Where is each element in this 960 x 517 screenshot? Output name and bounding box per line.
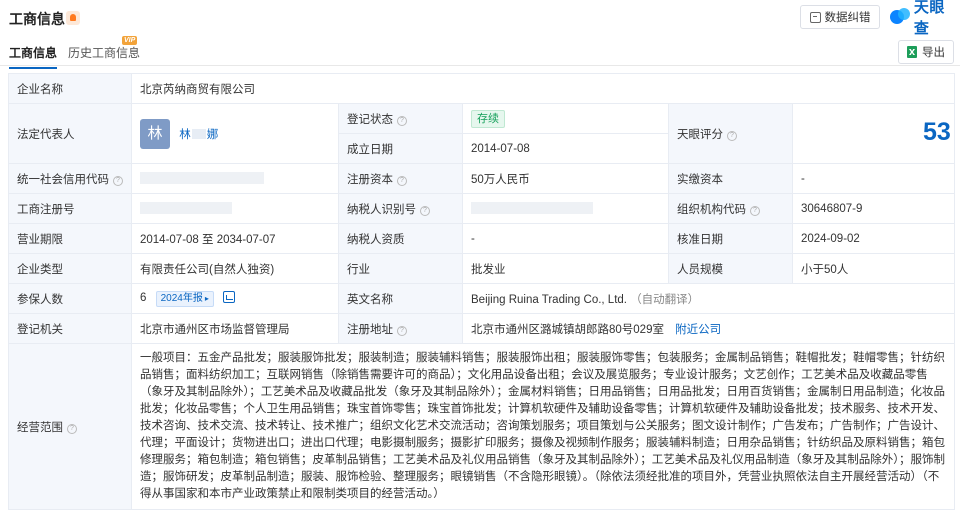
reg-capital: 50万人民币 — [462, 163, 669, 194]
score-cell[interactable]: 53 分 012345678910 — [791, 103, 956, 164]
logo-mark-icon — [890, 7, 912, 27]
term-label: 营业期限 — [8, 223, 132, 254]
table-row: 经营范围? 一般项目：五金产品批发；服装服饰批发；服装制造；服装辅料销售；服装服… — [8, 343, 956, 510]
company-type: 有限责任公司(自然人独资) — [131, 253, 339, 284]
score-value: 53 — [923, 118, 951, 146]
export-label: 导出 — [922, 47, 945, 59]
insured-label: 参保人数 — [8, 283, 132, 314]
reg-no-label: 工商注册号 — [8, 193, 132, 224]
business-scope: 一般项目：五金产品批发；服装服饰批发；服装制造；服装辅料销售；服装服饰出租；服装… — [130, 343, 956, 510]
authority-label: 登记机关 — [8, 313, 132, 344]
help-icon[interactable]: ? — [727, 130, 737, 141]
table-row: 工商注册号 纳税人识别号? 组织机构代码? 30646807-9 — [8, 193, 956, 224]
address-cell: 北京市通州区潞城镇胡郎路80号029室 附近公司 — [461, 313, 956, 344]
taxpayer-qual-label: 纳税人资质 — [338, 223, 463, 254]
org-code-label: 组织机构代码? — [668, 193, 793, 224]
taxpayer-id-label: 纳税人识别号? — [338, 193, 463, 224]
tianyancha-logo: 天眼查 — [890, 0, 960, 37]
taxpayer-id-value — [462, 193, 669, 224]
nearby-companies-link[interactable]: 附近公司 — [675, 324, 721, 336]
approval-date: 2024-09-02 — [791, 223, 956, 254]
help-icon[interactable]: ? — [67, 423, 77, 434]
address-label: 注册地址? — [338, 313, 463, 344]
tab-history-business-info[interactable]: 历史工商信息 — [68, 44, 140, 61]
page-title: 工商信息 — [9, 11, 65, 27]
company-name-label: 企业名称 — [8, 73, 132, 104]
paid-capital: - — [791, 163, 956, 194]
credit-code-label: 统一社会信用代码? — [8, 163, 132, 194]
help-icon[interactable]: ? — [397, 115, 407, 126]
reg-status-label: 登记状态? — [338, 103, 463, 134]
table-row: 法定代表人 林 林娜 登记状态? 存续 天眼评分? 53 分 012345678… — [8, 103, 956, 164]
edit-icon — [809, 11, 821, 23]
legal-rep-cell: 林 林娜 — [131, 103, 339, 164]
redacted-value — [140, 172, 264, 185]
english-name: Beijing Ruina Trading Co., Ltd. — [471, 293, 627, 306]
industry: 批发业 — [462, 253, 669, 284]
established-label: 成立日期 — [338, 133, 463, 164]
english-name-label: 英文名称 — [338, 283, 463, 314]
company-name: 北京芮纳商贸有限公司 — [130, 73, 956, 104]
tab-business-info[interactable]: 工商信息 — [9, 44, 58, 69]
paid-capital-label: 实缴资本 — [668, 163, 793, 194]
vip-badge: VIP — [122, 36, 138, 45]
industry-label: 行业 — [338, 253, 463, 284]
redacted-value — [471, 202, 593, 215]
authority: 北京市通州区市场监督管理局 — [131, 313, 339, 344]
redacted-value — [140, 202, 232, 215]
tab-bar: 工商信息 历史工商信息 VIP 导出 — [0, 36, 960, 69]
top-bar: 工商信息 数据纠错 天眼查 — [0, 0, 960, 37]
help-icon[interactable]: ? — [750, 205, 760, 216]
staff-size-label: 人员规模 — [668, 253, 793, 284]
table-row: 参保人数 6 2024年报 英文名称 Beijing Ruina Trading… — [8, 283, 956, 314]
reg-status-cell: 存续 — [462, 103, 669, 134]
export-button[interactable]: 导出 — [898, 40, 954, 64]
reg-no-value — [131, 193, 339, 224]
logo-text: 天眼查 — [913, 0, 945, 37]
credit-code-value — [131, 163, 339, 194]
taxpayer-qual: - — [462, 223, 669, 254]
scope-label: 经营范围? — [8, 343, 132, 510]
legal-rep-name[interactable]: 林娜 — [179, 126, 218, 142]
table-row: 营业期限 2014-07-08 至 2034-07-07 纳税人资质 - 核准日… — [8, 223, 956, 254]
table-row: 统一社会信用代码? 注册资本? 50万人民币 实缴资本 - — [8, 163, 956, 194]
help-icon[interactable]: ? — [113, 175, 123, 186]
org-code: 30646807-9 — [791, 193, 956, 224]
address: 北京市通州区潞城镇胡郎路80号029室 — [471, 323, 664, 336]
table-row: 企业类型 有限责任公司(自然人独资) 行业 批发业 人员规模 小于50人 — [8, 253, 956, 284]
auto-translate-note: （自动翻译） — [630, 293, 700, 306]
legal-rep-avatar[interactable]: 林 — [140, 118, 170, 149]
help-icon[interactable]: ? — [420, 205, 430, 216]
bell-icon[interactable] — [66, 11, 80, 25]
staff-size: 小于50人 — [791, 253, 956, 284]
term-value: 2014-07-08 至 2034-07-07 — [131, 223, 339, 254]
help-icon[interactable]: ? — [397, 325, 407, 336]
data-correction-label: 数据纠错 — [824, 12, 871, 24]
table-row: 企业名称 北京芮纳商贸有限公司 — [8, 73, 956, 104]
trend-chart-icon[interactable] — [223, 290, 236, 303]
reg-capital-label: 注册资本? — [338, 163, 463, 194]
data-correction-button[interactable]: 数据纠错 — [800, 5, 880, 29]
established-date: 2014-07-08 — [462, 133, 669, 164]
company-type-label: 企业类型 — [8, 253, 132, 284]
status-badge: 存续 — [471, 109, 505, 128]
excel-icon — [907, 46, 917, 58]
table-row: 登记机关 北京市通州区市场监督管理局 注册地址? 北京市通州区潞城镇胡郎路80号… — [8, 313, 956, 344]
business-info-table: 企业名称 北京芮纳商贸有限公司 法定代表人 林 林娜 登记状态? 存续 天眼评分… — [8, 73, 956, 510]
help-icon[interactable]: ? — [397, 175, 407, 186]
score-label: 天眼评分? — [668, 103, 793, 164]
approval-date-label: 核准日期 — [668, 223, 793, 254]
annual-report-year-dropdown[interactable]: 2024年报 — [155, 290, 214, 307]
legal-rep-label: 法定代表人 — [8, 103, 132, 164]
insured-count: 6 — [140, 291, 147, 304]
english-name-cell: Beijing Ruina Trading Co., Ltd. （自动翻译） — [461, 283, 956, 314]
insured-cell: 6 2024年报 — [131, 283, 339, 314]
